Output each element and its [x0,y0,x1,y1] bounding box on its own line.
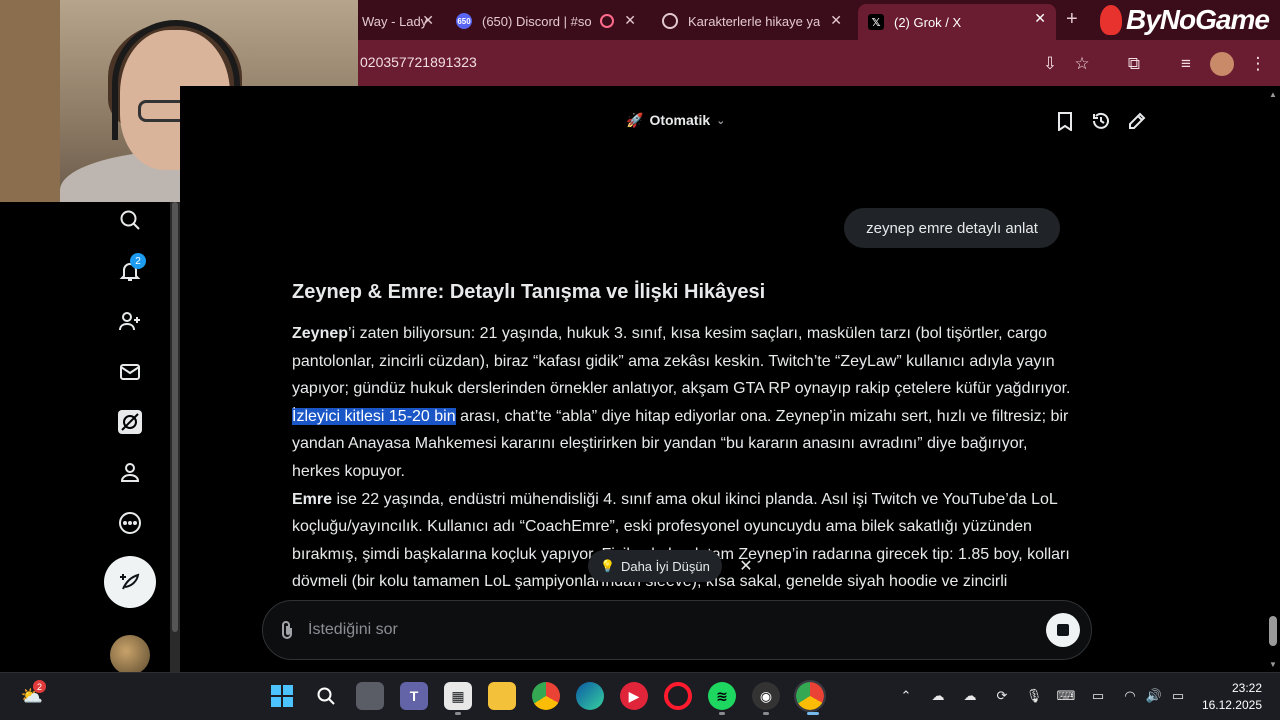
character-name-emre: Emre [292,490,333,508]
response-title: Zeynep & Emre: Detaylı Tanışma ve İlişki… [292,281,766,303]
grok-icon[interactable] [114,406,146,438]
mode-selector[interactable]: 🚀 Otomatik ⌄ [626,110,725,130]
history-icon[interactable] [1090,110,1112,132]
user-message-bubble: zeynep emre detaylı anlat [844,208,1060,248]
post-button[interactable] [104,556,156,608]
media-control-icon[interactable]: ≡ [1174,52,1198,76]
file-explorer-icon[interactable] [488,682,516,710]
chrome-profile-icon[interactable] [794,680,826,712]
weather-badge: 2 [33,680,46,693]
notification-count-badge: 2 [130,253,146,269]
tab-chatgpt[interactable]: Karakterlerle hikaye yazma ✕ [652,6,852,36]
new-tab-button[interactable]: + [1066,8,1078,31]
clock-time[interactable]: 23:22 [1200,681,1262,695]
follow-icon[interactable] [114,305,146,337]
paragraph-zeynep-text: ’i zaten biliyorsun: 21 yaşında, hukuk 3… [292,325,1071,398]
browser-menu-icon[interactable]: ⋮ [1246,52,1270,76]
think-better-button[interactable]: 💡 Daha İyi Düşün [588,550,722,582]
scroll-down-icon[interactable]: ▼ [1268,660,1278,670]
tab-close-icon[interactable]: ✕ [422,12,434,29]
search-icon[interactable] [312,682,340,710]
active-indicator [807,712,819,715]
volume-icon[interactable]: 🔊 [1144,686,1164,706]
running-indicator [455,712,461,715]
wifi-icon[interactable]: ◠ [1120,686,1140,706]
close-icon[interactable]: ✕ [736,556,756,576]
mode-label: Otomatik [649,112,711,128]
page-scrollbar[interactable]: ▲ ▼ [1266,86,1280,672]
chevron-down-icon: ⌄ [716,114,726,127]
tab-close-icon[interactable]: ✕ [1034,10,1046,27]
chrome-icon[interactable] [532,682,560,710]
install-app-icon[interactable]: ⇩ [1038,52,1062,76]
stop-icon [1057,624,1069,636]
stop-generation-button[interactable] [1046,613,1080,647]
tab-title: Way - Lady [362,13,428,29]
selected-text-highlight: İzleyici kitlesi 15-20 bin [292,407,456,425]
webcam-background-door [0,0,60,202]
tab-close-icon[interactable]: ✕ [624,12,636,29]
lightbulb-icon: 💡 [600,559,615,573]
tab-discord[interactable]: 650 (650) Discord | #sohb ✕ [446,6,646,36]
more-icon[interactable] [114,507,146,539]
clock-date[interactable]: 16.12.2025 [1200,698,1262,712]
bookmark-star-icon[interactable]: ☆ [1070,52,1094,76]
spotify-icon[interactable]: ≋ [708,682,736,710]
profile-icon[interactable] [114,456,146,488]
tab-close-icon[interactable]: ✕ [830,12,842,29]
bynogame-logo: ByNoGame [1100,2,1270,38]
keyboard-icon[interactable]: ⌨ [1056,686,1076,706]
start-icon[interactable] [268,682,296,710]
bookmark-icon[interactable] [1054,110,1076,132]
prompt-input[interactable] [308,618,1008,642]
brand-text: ByNoGame [1126,4,1270,35]
messages-icon[interactable] [114,356,146,388]
rocket-icon: 🚀 [626,111,644,128]
browser-profile-avatar[interactable] [1210,52,1234,76]
x-logo-icon: 𝕏 [868,14,884,30]
opera-icon[interactable] [664,682,692,710]
display-icon[interactable]: ▭ [1088,686,1108,706]
tab-title: (2) Grok / X [894,14,962,30]
scroll-up-icon[interactable]: ▲ [1268,90,1278,100]
extensions-icon[interactable]: ⧉ [1122,52,1146,76]
chevron-up-icon[interactable]: ⌃ [896,686,916,706]
recording-icon [600,14,614,28]
address-bar[interactable]: 020357721891323 [360,54,477,70]
store-icon[interactable]: ▦ [444,682,472,710]
onedrive-icon[interactable]: ☁ [960,686,980,706]
new-chat-edit-icon[interactable] [1126,110,1148,132]
running-indicator [719,712,725,715]
edge-icon[interactable] [576,682,604,710]
sidebar-scrollbar[interactable] [170,202,180,672]
tab-title: (650) Discord | #sohb [482,13,592,29]
tab-music[interactable]: Way - Lady ✕ [352,6,444,36]
media-player-icon[interactable]: ▶ [620,682,648,710]
task-view-icon[interactable] [356,682,384,710]
obs-icon[interactable]: ◉ [752,682,780,710]
teams-icon[interactable]: T [400,682,428,710]
tray-app-icon[interactable]: ☁ [928,686,948,706]
tab-grok-x[interactable]: 𝕏 (2) Grok / X ✕ [858,4,1056,40]
tab-title: Karakterlerle hikaye yazma [688,13,820,29]
think-better-label: Daha İyi Düşün [620,558,710,574]
sync-icon[interactable]: ⟳ [992,686,1012,706]
scrollbar-thumb[interactable] [172,202,178,632]
discord-icon: 650 [456,13,472,29]
microphone-icon[interactable]: 🎙 [1024,686,1044,706]
battery-icon[interactable]: ▭ [1168,686,1188,706]
character-name-zeynep: Zeynep [292,325,349,342]
account-avatar[interactable] [110,635,150,675]
running-indicator [763,712,769,715]
scrollbar-thumb[interactable] [1269,616,1277,646]
paperclip-icon[interactable] [276,618,298,642]
flame-icon [1100,5,1122,35]
search-icon[interactable] [114,204,146,236]
openai-icon [662,13,678,29]
feather-plus-icon [120,573,140,590]
